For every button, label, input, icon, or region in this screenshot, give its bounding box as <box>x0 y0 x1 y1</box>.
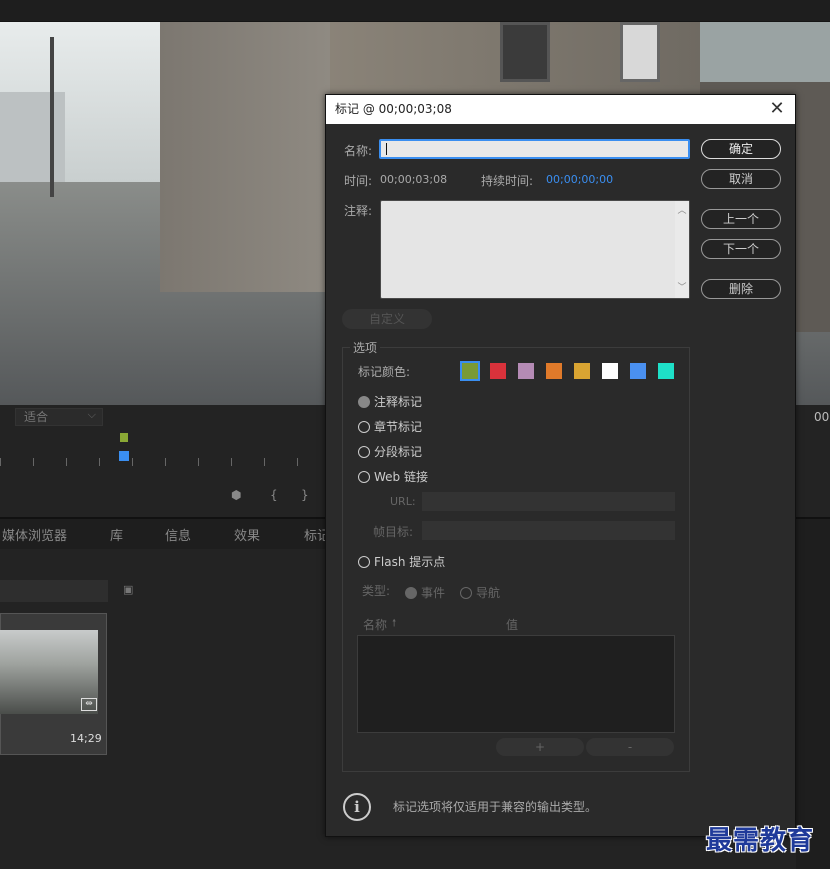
cue-point-table[interactable] <box>357 635 675 733</box>
kind-label: 类型: <box>362 584 391 598</box>
tab-effects[interactable]: 效果 <box>234 525 260 544</box>
name-label: 名称: <box>344 144 373 158</box>
time-ruler[interactable] <box>0 458 330 466</box>
remove-cue-button[interactable]: - <box>586 738 674 756</box>
watermark-logo: 最需教育 <box>706 826 815 856</box>
color-label: 标记颜色: <box>358 365 411 379</box>
add-marker-button[interactable]: ⬢ <box>231 488 241 502</box>
audio-video-icon: ⇹ <box>81 698 97 711</box>
radio-web-link[interactable]: Web 链接 <box>358 466 428 485</box>
tab-library[interactable]: 库 <box>110 525 123 544</box>
radio-navigation[interactable]: 导航 <box>460 582 500 601</box>
color-swatch-green[interactable] <box>460 361 480 381</box>
search-input[interactable] <box>0 580 108 602</box>
frame-target-input[interactable] <box>422 521 675 540</box>
delete-button[interactable]: 删除 <box>701 279 781 299</box>
note-textarea[interactable]: ︿ ﹀ <box>380 200 690 299</box>
color-swatch-violet[interactable] <box>518 363 534 379</box>
options-legend: 选项 <box>350 339 381 356</box>
column-name[interactable]: 名称 <box>363 616 387 633</box>
color-swatch-orange[interactable] <box>546 363 562 379</box>
ok-button[interactable]: 确定 <box>701 139 781 159</box>
color-swatch-white[interactable] <box>602 363 618 379</box>
tab-info[interactable]: 信息 <box>165 525 191 544</box>
column-value[interactable]: 值 <box>506 616 518 633</box>
color-swatch-yellow[interactable] <box>574 363 590 379</box>
mark-in-button[interactable]: { <box>270 488 278 502</box>
radio-flash-cue[interactable]: Flash 提示点 <box>358 551 445 570</box>
url-input[interactable] <box>422 492 675 511</box>
time-value: 00;00;03;08 <box>380 173 448 186</box>
duration-label: 持续时间: <box>481 174 534 188</box>
next-button[interactable]: 下一个 <box>701 239 781 259</box>
name-input[interactable] <box>379 139 690 159</box>
prev-button[interactable]: 上一个 <box>701 209 781 229</box>
custom-button[interactable]: 自定义 <box>342 309 432 329</box>
url-label: URL: <box>390 495 416 508</box>
fit-select[interactable]: 适合 <box>15 407 103 426</box>
radio-comment-marker[interactable]: 注释标记 <box>358 391 422 410</box>
cue-table-header: 名称 🠕 值 <box>356 614 676 634</box>
radio-chapter-marker[interactable]: 章节标记 <box>358 416 422 435</box>
note-label: 注释: <box>344 204 373 218</box>
marker-dialog: 标记 @ 00;00;03;08 ✕ 名称: 时间: 00;00;03;08 持… <box>325 94 796 837</box>
time-label: 时间: <box>344 174 373 188</box>
clip-duration: 14;29 <box>70 732 102 745</box>
color-swatch-blue[interactable] <box>630 363 646 379</box>
tab-media-browser[interactable]: 媒体浏览器 <box>2 525 67 544</box>
close-icon[interactable]: ✕ <box>767 95 787 123</box>
marker-green[interactable] <box>120 433 128 442</box>
top-bar <box>0 0 830 22</box>
radio-event[interactable]: 事件 <box>405 582 445 601</box>
scrollbar[interactable]: ︿ ﹀ <box>675 201 689 298</box>
dialog-title: 标记 @ 00;00;03;08 <box>326 95 795 124</box>
color-swatch-red[interactable] <box>490 363 506 379</box>
timecode-display[interactable]: 00 <box>814 410 829 424</box>
cancel-button[interactable]: 取消 <box>701 169 781 189</box>
frame-target-label: 帧目标: <box>373 525 414 539</box>
info-text: 标记选项将仅适用于兼容的输出类型。 <box>393 800 598 814</box>
radio-segment-marker[interactable]: 分段标记 <box>358 441 422 460</box>
duration-value[interactable]: 00;00;00;00 <box>546 173 613 186</box>
mark-out-button[interactable]: } <box>301 488 309 502</box>
new-bin-icon[interactable]: ▣ <box>123 583 133 596</box>
info-icon: i <box>343 793 371 821</box>
sort-up-icon: 🠕 <box>392 618 397 629</box>
playhead-marker[interactable] <box>119 451 129 461</box>
color-swatch-cyan[interactable] <box>658 363 674 379</box>
add-cue-button[interactable]: + <box>496 738 584 756</box>
